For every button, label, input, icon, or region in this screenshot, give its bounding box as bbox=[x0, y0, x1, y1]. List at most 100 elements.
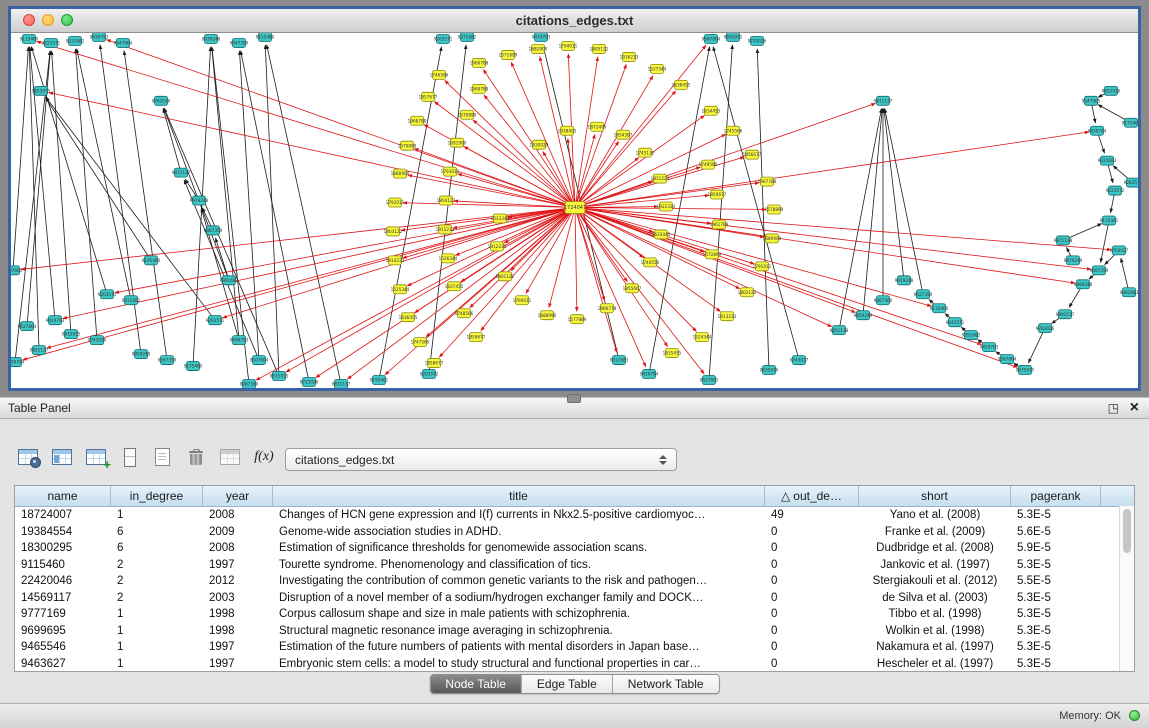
import-table-icon[interactable] bbox=[216, 443, 244, 471]
network-node[interactable]: 1633445 bbox=[652, 230, 671, 239]
network-node[interactable]: 9703026 bbox=[748, 36, 767, 45]
network-node[interactable]: 9115461 bbox=[1100, 216, 1119, 225]
network-node[interactable]: 9283571 bbox=[206, 316, 225, 325]
network-node[interactable]: 9831137 bbox=[332, 380, 351, 388]
network-node[interactable]: 9507805 bbox=[11, 266, 23, 275]
network-node[interactable]: 1689900 bbox=[763, 234, 782, 243]
network-node[interactable]: 9115460 bbox=[20, 34, 39, 43]
show-columns-icon[interactable] bbox=[48, 443, 76, 471]
network-node[interactable]: 1745112 bbox=[636, 148, 655, 157]
network-node[interactable]: 1801122 bbox=[496, 272, 515, 281]
close-panel-icon[interactable]: × bbox=[1130, 398, 1139, 418]
network-node[interactable]: 9283572 bbox=[1124, 178, 1138, 187]
network-node[interactable]: 9195461 bbox=[370, 376, 389, 385]
network-node[interactable]: 1790011 bbox=[513, 296, 532, 305]
network-node[interactable]: 1804122 bbox=[437, 196, 456, 205]
network-node[interactable]: 9223572 bbox=[1106, 186, 1125, 195]
network-node[interactable]: 1915233 bbox=[436, 225, 455, 234]
column-header-pagerank[interactable]: pagerank bbox=[1011, 486, 1101, 506]
network-node[interactable]: 9567804 bbox=[998, 355, 1017, 364]
network-node[interactable]: 9615915 bbox=[270, 372, 289, 381]
network-node[interactable]: 9587804 bbox=[702, 34, 721, 43]
network-node[interactable]: 1968788 bbox=[408, 116, 427, 125]
network-node[interactable]: 9527805 bbox=[700, 376, 719, 385]
table-row[interactable]: 946554611997Estimation of the future num… bbox=[15, 639, 1134, 656]
column-header-short[interactable]: short bbox=[859, 486, 1011, 506]
network-node[interactable]: 9547804 bbox=[114, 38, 133, 47]
network-node[interactable]: 9459793 bbox=[980, 343, 999, 352]
network-node[interactable]: 1579899 bbox=[398, 141, 417, 150]
network-node[interactable]: 1961788 bbox=[710, 220, 729, 229]
network-node[interactable]: 9959248 bbox=[132, 350, 151, 359]
network-node[interactable]: 1856677 bbox=[743, 150, 762, 159]
network-node[interactable]: 9311682 bbox=[122, 296, 141, 305]
network-node[interactable]: 1637455 bbox=[445, 282, 464, 291]
network-node[interactable]: 9203571 bbox=[98, 290, 117, 299]
table-row[interactable]: 2242004622012Investigating the contribut… bbox=[15, 573, 1134, 590]
network-node[interactable]: 9419793 bbox=[46, 316, 65, 325]
tab-edge-table[interactable]: Edge Table bbox=[522, 675, 613, 693]
network-node[interactable]: 1938455 bbox=[558, 126, 577, 135]
network-node[interactable]: 1748566 bbox=[455, 309, 474, 318]
tab-network-table[interactable]: Network Table bbox=[613, 675, 719, 693]
network-node[interactable]: 1914233 bbox=[386, 256, 405, 265]
network-node[interactable]: 1913233 bbox=[718, 312, 737, 321]
network-node[interactable]: 1578899 bbox=[765, 205, 784, 214]
network-node[interactable]: 9371682 bbox=[458, 33, 477, 41]
network-node[interactable]: 9135460 bbox=[930, 304, 949, 313]
network-node[interactable]: 1636455 bbox=[399, 313, 418, 322]
network-node[interactable]: 9959249 bbox=[854, 311, 873, 320]
network-node[interactable]: 1805122 bbox=[590, 44, 609, 53]
network-node[interactable]: 9047359 bbox=[230, 38, 249, 47]
delete-column-icon[interactable] bbox=[182, 443, 210, 471]
network-node[interactable]: 9871138 bbox=[1054, 236, 1073, 245]
network-node[interactable]: 1527344 bbox=[648, 64, 667, 73]
network-node[interactable]: 9331682 bbox=[66, 36, 85, 45]
column-header-title[interactable]: title bbox=[273, 486, 765, 506]
network-node[interactable]: 1803122 bbox=[384, 227, 403, 236]
network-node[interactable]: 9919248 bbox=[895, 276, 914, 285]
network-node[interactable]: 9203572 bbox=[420, 370, 439, 379]
network-table-select[interactable]: citations_edges.txt bbox=[285, 448, 677, 471]
network-node[interactable]: 1654387 bbox=[614, 130, 633, 139]
table-row[interactable]: 1830029562008Estimation of significance … bbox=[15, 540, 1134, 557]
network-node[interactable]: 9811137 bbox=[874, 96, 893, 105]
split-drag-handle[interactable] bbox=[567, 394, 581, 403]
network-node[interactable]: 9195460 bbox=[142, 256, 161, 265]
column-header-name[interactable]: name bbox=[15, 486, 111, 506]
network-node[interactable]: 1857677 bbox=[419, 92, 438, 101]
new-document-icon[interactable] bbox=[148, 443, 176, 471]
network-node[interactable]: 9979248 bbox=[190, 196, 209, 205]
table-row[interactable]: 1938455462009Genome-wide association stu… bbox=[15, 524, 1134, 541]
table-row[interactable]: 1456911722003Disruption of a novel membe… bbox=[15, 590, 1134, 607]
network-node[interactable]: 1859677 bbox=[467, 333, 486, 342]
network-node[interactable]: 1635455 bbox=[663, 349, 682, 358]
network-node[interactable]: 1577889 bbox=[568, 315, 587, 324]
network-node[interactable]: 1747566 bbox=[411, 338, 430, 347]
network-node[interactable]: 9499794 bbox=[11, 358, 25, 367]
network-node[interactable]: 9871137 bbox=[172, 168, 191, 177]
network-node[interactable]: 9763027 bbox=[1110, 246, 1129, 255]
window-close-button[interactable] bbox=[23, 14, 35, 26]
network-node[interactable]: 1681900 bbox=[448, 138, 467, 147]
network-node[interactable]: 1830029 bbox=[530, 140, 549, 149]
network-node[interactable]: 1680900 bbox=[391, 169, 410, 178]
network-node[interactable]: 9979249 bbox=[1064, 256, 1083, 265]
table-row[interactable]: 946362711997Embryonic stem cells: a mode… bbox=[15, 656, 1134, 673]
network-node[interactable]: 9635915 bbox=[62, 330, 81, 339]
network-node[interactable]: 1571899 bbox=[499, 50, 518, 59]
network-node[interactable]: 9439794 bbox=[1088, 126, 1107, 135]
function-builder-icon[interactable]: f(x) bbox=[250, 443, 278, 471]
network-node[interactable]: 1811223 bbox=[651, 174, 670, 183]
network-node[interactable]: 9763026 bbox=[152, 96, 171, 105]
network-node[interactable]: 9851138 bbox=[830, 326, 849, 335]
network-node[interactable]: 1802122 bbox=[738, 288, 757, 297]
network-node[interactable]: 1688990 bbox=[538, 311, 557, 320]
column-header-out_de[interactable]: △out_de… bbox=[765, 486, 859, 506]
network-node[interactable]: 9067359 bbox=[158, 356, 177, 365]
network-node[interactable]: 9419794 bbox=[640, 370, 659, 379]
network-node[interactable]: 9155460 bbox=[256, 33, 275, 41]
network-node[interactable]: 1525344 bbox=[391, 285, 410, 294]
network-node[interactable]: 1793011 bbox=[441, 167, 460, 176]
network-node[interactable]: 9635916 bbox=[760, 366, 779, 375]
